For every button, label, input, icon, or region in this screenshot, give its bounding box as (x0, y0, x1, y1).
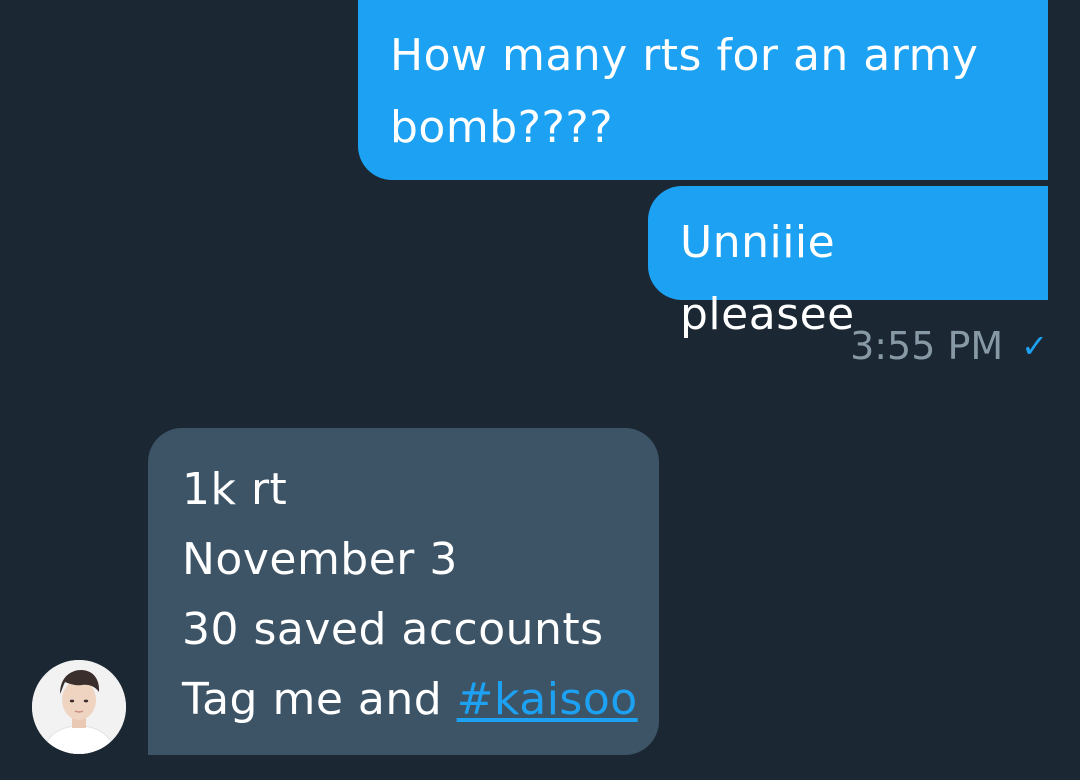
message-timestamp: 3:55 PM (850, 324, 1004, 368)
received-message-bubble[interactable]: 1k rt November 3 30 saved accounts Tag m… (148, 428, 659, 755)
avatar-image (32, 660, 126, 754)
message-line: 1k rt (182, 464, 288, 515)
dm-conversation: How many rts for an army bomb???? Unniii… (0, 0, 1080, 780)
hashtag-link[interactable]: #kaisoo (457, 674, 638, 725)
message-line: Tag me and #kaisoo (182, 665, 637, 735)
message-meta: 3:55 PM ✓ (800, 316, 1048, 376)
sent-message-bubble[interactable]: Unniiie pleasee (648, 186, 1048, 340)
user-avatar[interactable] (32, 660, 126, 754)
sent-message-bubble[interactable]: How many rts for an army bomb???? (358, 0, 1048, 180)
message-text: How many rts for an army bomb???? (390, 30, 979, 153)
message-line-text: Tag me and (182, 674, 457, 725)
message-line: November 3 (182, 534, 458, 585)
checkmark-icon: ✓ (1021, 327, 1048, 365)
message-line: 30 saved accounts (182, 604, 604, 655)
